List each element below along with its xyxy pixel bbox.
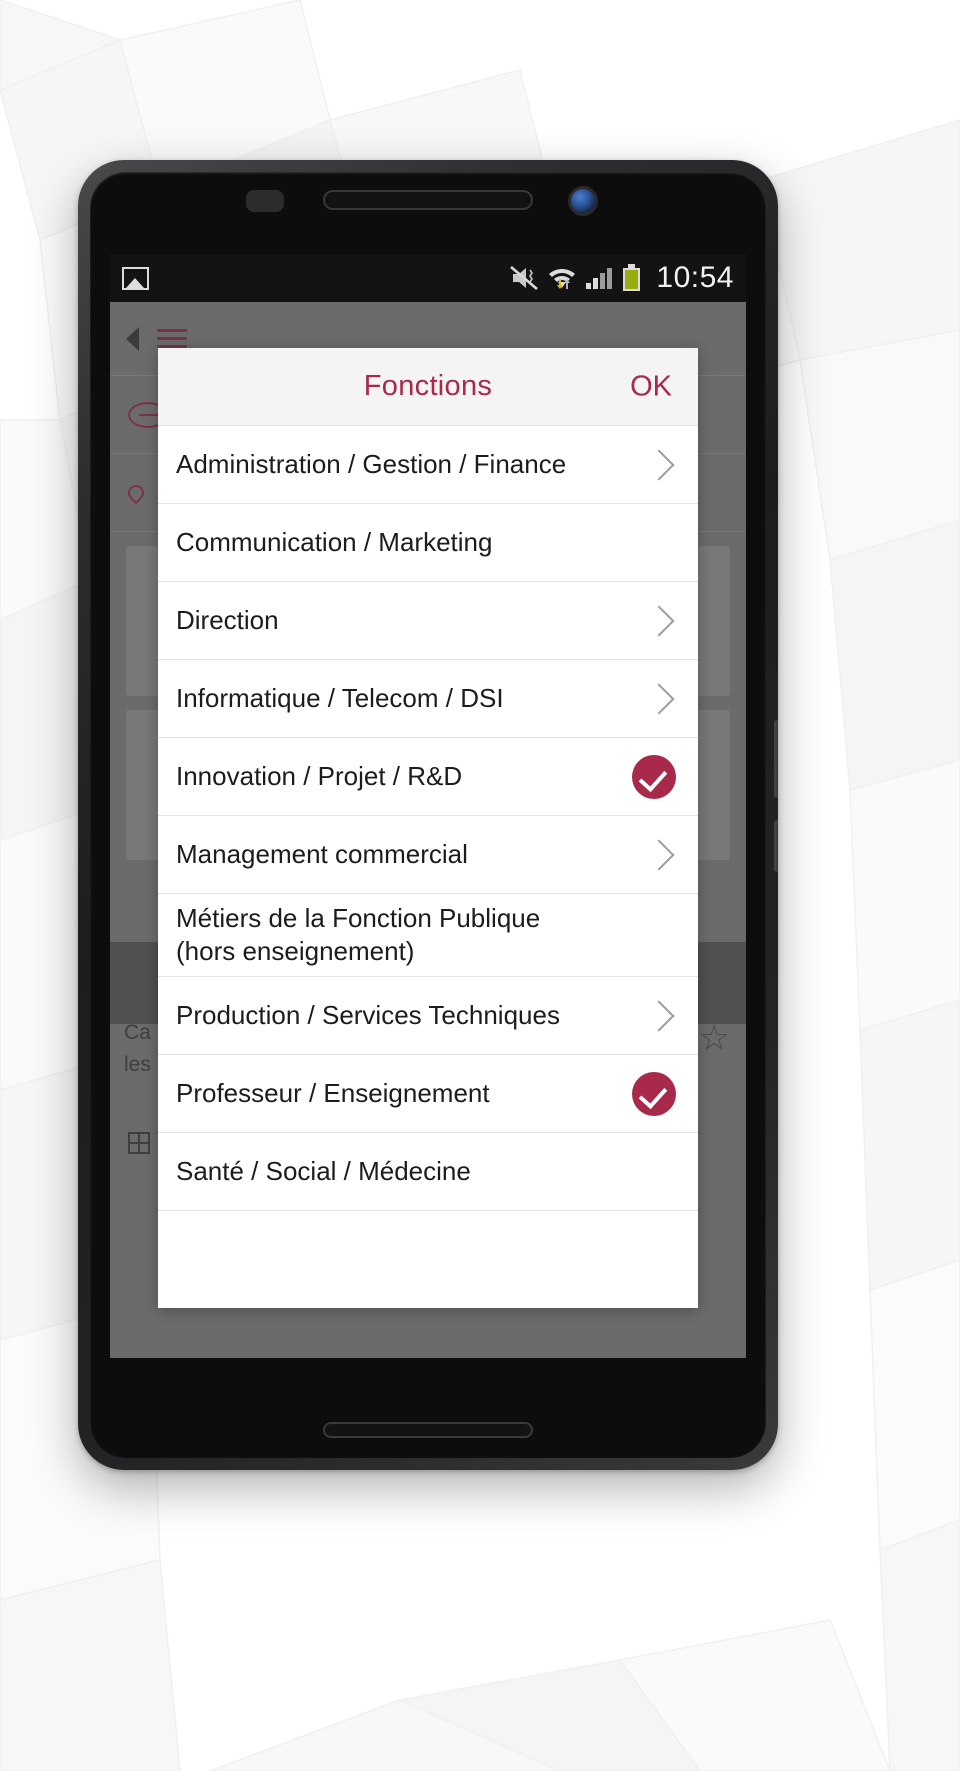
fonctions-list[interactable]: Administration / Gestion / Finance Commun… [158, 426, 698, 1308]
list-item[interactable]: Santé / Social / Médecine [158, 1133, 698, 1211]
background-snippet-line-1: Ca [124, 1018, 151, 1048]
silent-vibrate-off-icon [509, 265, 539, 291]
check-selected-icon[interactable] [632, 755, 676, 799]
list-item-label: Administration / Gestion / Finance [176, 448, 648, 481]
status-bar-clock: 10:54 [656, 261, 734, 295]
power-button[interactable] [774, 820, 778, 872]
bottom-speaker [323, 1422, 533, 1438]
cellular-signal-icon [585, 265, 613, 291]
chevron-right-icon[interactable] [643, 683, 674, 714]
list-item[interactable]: Professeur / Enseignement [158, 1055, 698, 1133]
chevron-left-icon[interactable] [126, 327, 139, 351]
volume-button[interactable] [774, 720, 778, 798]
list-item[interactable]: Communication / Marketing [158, 504, 698, 582]
list-item[interactable]: Informatique / Telecom / DSI [158, 660, 698, 738]
ok-button[interactable]: OK [630, 370, 672, 403]
list-item-label: Direction [176, 604, 648, 637]
proximity-sensor [246, 190, 284, 212]
list-item[interactable]: Management commercial [158, 816, 698, 894]
wifi-icon [548, 265, 576, 291]
gallery-image-icon [122, 267, 149, 290]
list-item[interactable]: Direction [158, 582, 698, 660]
list-item-label: Informatique / Telecom / DSI [176, 682, 648, 715]
background-snippet-line-2: les [124, 1050, 151, 1080]
list-item[interactable]: Métiers de la Fonction Publique (hors en… [158, 894, 698, 977]
list-item-label: Management commercial [176, 838, 648, 871]
list-item-label: Communication / Marketing [176, 526, 648, 559]
check-selected-icon[interactable] [632, 1072, 676, 1116]
status-bar-left [122, 267, 149, 290]
dialog-header: Fonctions OK [158, 348, 698, 426]
earpiece-speaker [323, 190, 533, 210]
grid-icon [128, 1132, 150, 1154]
battery-icon [622, 264, 641, 292]
list-item-label: Innovation / Projet / R&D [176, 760, 632, 793]
location-pin-icon [125, 481, 148, 504]
list-item-label: Santé / Social / Médecine [176, 1155, 648, 1188]
status-bar-right: 10:54 [509, 261, 734, 295]
list-item[interactable]: Innovation / Projet / R&D [158, 738, 698, 816]
phone-device: 10:54 Ca les r ☆ [78, 160, 778, 1470]
list-item[interactable]: Administration / Gestion / Finance [158, 426, 698, 504]
list-item[interactable]: Production / Services Techniques [158, 977, 698, 1055]
chevron-right-icon[interactable] [643, 1000, 674, 1031]
list-item-label: Métiers de la Fonction Publique (hors en… [176, 902, 648, 968]
list-item-label: Professeur / Enseignement [176, 1077, 632, 1110]
chevron-right-icon[interactable] [643, 449, 674, 480]
status-bar: 10:54 [110, 254, 746, 302]
chevron-right-icon[interactable] [643, 839, 674, 870]
dialog-title: Fonctions [364, 370, 492, 403]
chevron-right-icon[interactable] [643, 605, 674, 636]
star-outline-icon[interactable]: ☆ [698, 1020, 730, 1056]
list-item-label: Production / Services Techniques [176, 999, 648, 1032]
front-camera [568, 186, 598, 216]
fonctions-dialog: Fonctions OK Administration / Gestion / … [158, 348, 698, 1308]
phone-screen: 10:54 Ca les r ☆ [110, 254, 746, 1358]
hamburger-menu-icon[interactable] [157, 329, 187, 348]
